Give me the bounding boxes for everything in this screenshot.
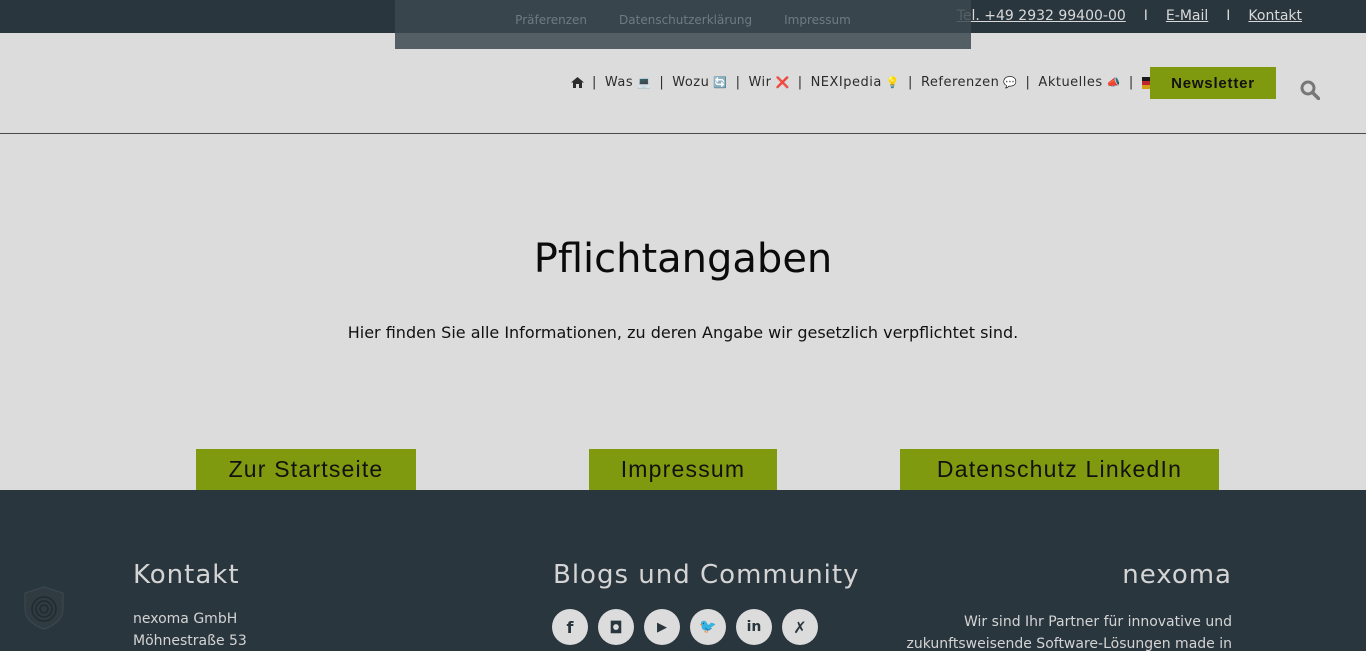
youtube-icon[interactable]: ▶ <box>644 609 680 645</box>
cookie-panel-links: Präferenzen Datenschutzerklärung Impress… <box>395 13 971 27</box>
footer-blogs-heading: Blogs und Community <box>553 560 860 590</box>
main-nav: | Was 💻 | Wozu 🔄 | Wir ❌ | NEXIpedia 💡 | Ref… <box>571 75 1160 90</box>
linkedin-icon[interactable]: in <box>736 609 772 645</box>
nav-separator: | <box>797 75 803 90</box>
nav-separator: | <box>735 75 741 90</box>
email-link[interactable]: E-Mail <box>1166 8 1208 24</box>
cross-icon: ❌ <box>775 76 790 89</box>
phone-link[interactable]: Tel. +49 2932 99400-00 <box>957 8 1126 24</box>
nav-item-label: Wozu <box>672 75 710 90</box>
nav-item-was[interactable]: Was 💻 <box>605 75 651 90</box>
nav-item-label: NEXIpedia <box>810 75 882 90</box>
nav-item-nexipedia[interactable]: NEXIpedia 💡 <box>811 75 900 90</box>
page-title: Pflichtangaben <box>533 236 833 282</box>
footer-contact-heading: Kontakt <box>133 560 240 590</box>
social-links: f ◘ ▶ 🐦 in ✗ <box>552 609 818 645</box>
site-footer: Kontakt nexoma GmbH Möhnestraße 53 Blogs… <box>0 490 1366 651</box>
home-icon <box>571 77 584 88</box>
imprint-button[interactable]: Impressum <box>589 449 777 490</box>
lightbulb-icon: 💡 <box>885 76 901 89</box>
twitter-icon[interactable]: 🐦 <box>690 609 726 645</box>
nav-separator: | <box>1025 75 1031 90</box>
speech-bubble-icon: 💬 <box>1003 76 1018 89</box>
nav-item-label: Wir <box>748 75 772 90</box>
laptop-icon: 💻 <box>637 76 652 89</box>
fingerprint-shield-icon[interactable] <box>21 585 67 631</box>
top-contact-links: Tel. +49 2932 99400-00 I E-Mail I Kontak… <box>957 8 1302 24</box>
about-text: Wir sind Ihr Partner für innovative und … <box>906 614 1232 651</box>
nav-item-wir[interactable]: Wir ❌ <box>748 75 789 90</box>
home-page-button[interactable]: Zur Startseite <box>196 449 416 490</box>
street-address: Möhnestraße 53 <box>133 633 247 649</box>
imprint-link[interactable]: Impressum <box>784 13 851 27</box>
nav-item-label: Referenzen <box>920 75 1000 90</box>
contact-link[interactable]: Kontakt <box>1248 8 1302 24</box>
preferences-link[interactable]: Präferenzen <box>515 13 587 27</box>
nav-separator: | <box>908 75 913 90</box>
nav-item-label: Was <box>604 75 634 90</box>
company-name: nexoma GmbH <box>133 611 238 627</box>
nav-item-label: Aktuelles <box>1038 75 1103 90</box>
newsletter-button[interactable]: Newsletter <box>1150 67 1276 99</box>
instagram-icon[interactable]: ◘ <box>598 609 634 645</box>
cycle-icon: 🔄 <box>713 76 728 89</box>
privacy-policy-link[interactable]: Datenschutzerklärung <box>619 13 752 27</box>
cookie-panel: Präferenzen Datenschutzerklärung Impress… <box>395 0 971 49</box>
nav-item-aktuelles[interactable]: Aktuelles 📣 <box>1038 75 1120 90</box>
main-content: Pflichtangaben Hier finden Sie alle Info… <box>0 134 1366 490</box>
separator: I <box>1143 8 1148 24</box>
nav-separator: | <box>592 75 597 90</box>
megaphone-icon: 📣 <box>1106 76 1121 89</box>
search-icon[interactable] <box>1300 80 1320 100</box>
nav-separator: | <box>659 75 665 90</box>
footer-about-heading: nexoma <box>1122 560 1232 590</box>
page-subtitle: Hier finden Sie alle Informationen, zu d… <box>347 323 1019 342</box>
nav-separator: | <box>1128 75 1134 90</box>
nav-item-referenzen[interactable]: Referenzen 💬 <box>921 75 1018 90</box>
linkedin-privacy-button[interactable]: Datenschutz LinkedIn <box>900 449 1219 490</box>
xing-icon[interactable]: ✗ <box>782 609 818 645</box>
facebook-icon[interactable]: f <box>552 609 588 645</box>
separator: I <box>1226 8 1231 24</box>
nav-item-wozu[interactable]: Wozu 🔄 <box>672 75 727 90</box>
nav-home[interactable] <box>571 77 584 88</box>
